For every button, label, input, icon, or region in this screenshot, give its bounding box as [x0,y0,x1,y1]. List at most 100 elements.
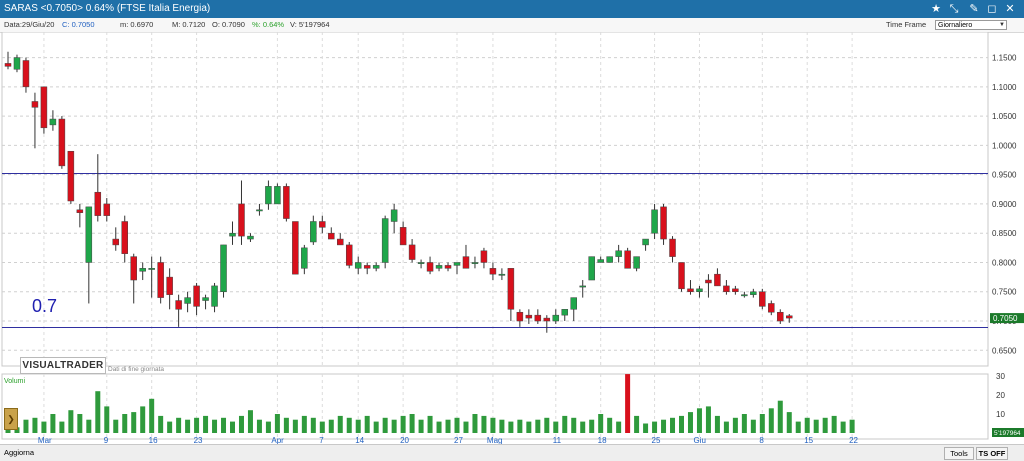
restore-icon[interactable]: ◻ [984,1,1000,17]
volume-bar [751,420,756,433]
volume-last-label: 5'197964 [994,430,1021,437]
panel-toggle-button[interactable]: ❯ [4,408,18,430]
candle-body [643,239,649,245]
candle-body [732,289,738,292]
volume-bar [580,422,585,433]
volume-bar [311,418,316,433]
ts-toggle-button[interactable]: TS OFF [976,447,1008,460]
candle-body [490,268,496,274]
x-tick-label: 14 [355,436,364,444]
volume-bar [266,422,271,433]
volume-bar [239,416,244,433]
info-volume: V: 5'197964 [290,18,330,32]
volume-bar [670,418,675,433]
candle-body [661,207,667,239]
info-date: Data:29/Giu/20 [4,18,54,32]
candle-body [526,315,532,318]
candle-body [427,262,433,271]
candle-body [535,315,541,321]
price-chart[interactable]: 1.15001.10001.05001.00000.95000.90000.85… [0,32,1024,444]
x-tick-label: 23 [194,436,203,444]
star-icon[interactable]: ★ [928,1,944,17]
volume-bar [68,410,73,433]
volume-bar [607,418,612,433]
candle-body [750,292,756,295]
x-tick-label: 15 [804,436,813,444]
chevron-down-icon: ▼ [998,21,1006,29]
volume-bar [437,422,442,433]
candle-body [616,251,622,257]
volume-bar [212,420,217,433]
volume-bar [490,418,495,433]
grid-lines [2,32,988,439]
candle-body [723,286,729,292]
candle-body [230,233,236,236]
candle-body [409,245,415,260]
tools-button[interactable]: Tools [944,447,974,460]
volume-bar [742,414,747,433]
volume-bar [185,420,190,433]
candle-body [634,257,640,269]
volume-bar [104,406,109,433]
volume-bar [724,422,729,433]
volume-bar [499,420,504,433]
candle-body [194,286,200,306]
volume-tick-label: 20 [996,391,1005,400]
link-icon[interactable]: ✎ [966,1,982,17]
volume-bar [625,374,630,433]
x-tick-label: 8 [759,436,764,444]
price-tick-label: 0.8000 [992,258,1017,267]
candle-body [400,227,406,245]
candle-body [265,186,271,204]
volume-bar [392,420,397,433]
volume-bar [302,416,307,433]
volume-bar [50,414,55,433]
info-var: %: 0.64% [252,18,284,32]
time-frame-select[interactable]: Giornaliero ▼ [935,20,1007,30]
candle-body [301,248,307,268]
price-tick-label: 1.0000 [992,141,1017,150]
volume-bar [706,406,711,433]
close-icon[interactable]: ✕ [1002,1,1018,17]
volume-bar [850,420,855,433]
x-tick-label: 9 [104,436,109,444]
candle-body [122,221,128,253]
tools-icon[interactable]: ⤡ [946,1,962,17]
volume-bar [481,416,486,433]
price-axis: 1.15001.10001.05001.00000.95000.90000.85… [990,54,1024,356]
volume-bar [455,418,460,433]
volume-bar [257,420,262,433]
candle-body [571,298,577,310]
volume-bar [760,414,765,433]
volume-bar [526,422,531,433]
candle-body [131,257,137,280]
candle-body [652,210,658,233]
volume-bar [463,422,468,433]
candle-body [23,60,29,86]
volume-bar [59,422,64,433]
volume-bar [401,416,406,433]
volume-bar [356,420,361,433]
volume-bar [652,422,657,433]
logo-subtitle: Dati di fine giornata [108,366,164,373]
candle-body [5,63,11,66]
candle-body [382,219,388,263]
volume-bar [697,408,702,433]
refresh-label[interactable]: Aggiorna [4,445,34,461]
candle-body [759,292,765,307]
visualtrader-logo: VISUALTRADER [20,357,106,374]
volume-bar [410,414,415,433]
volume-bar [419,420,424,433]
volume-bar [149,399,154,433]
volume-bar [688,412,693,433]
candle-body [337,239,343,245]
volume-bar [769,408,774,433]
candle-body [679,262,685,288]
x-tick-label: 25 [652,436,661,444]
volume-bar [787,412,792,433]
volume-bar [841,422,846,433]
volume-bar [508,422,513,433]
info-open: O: 0.7090 [212,18,245,32]
volume-bar [86,420,91,433]
price-tick-label: 0.6500 [992,346,1017,355]
